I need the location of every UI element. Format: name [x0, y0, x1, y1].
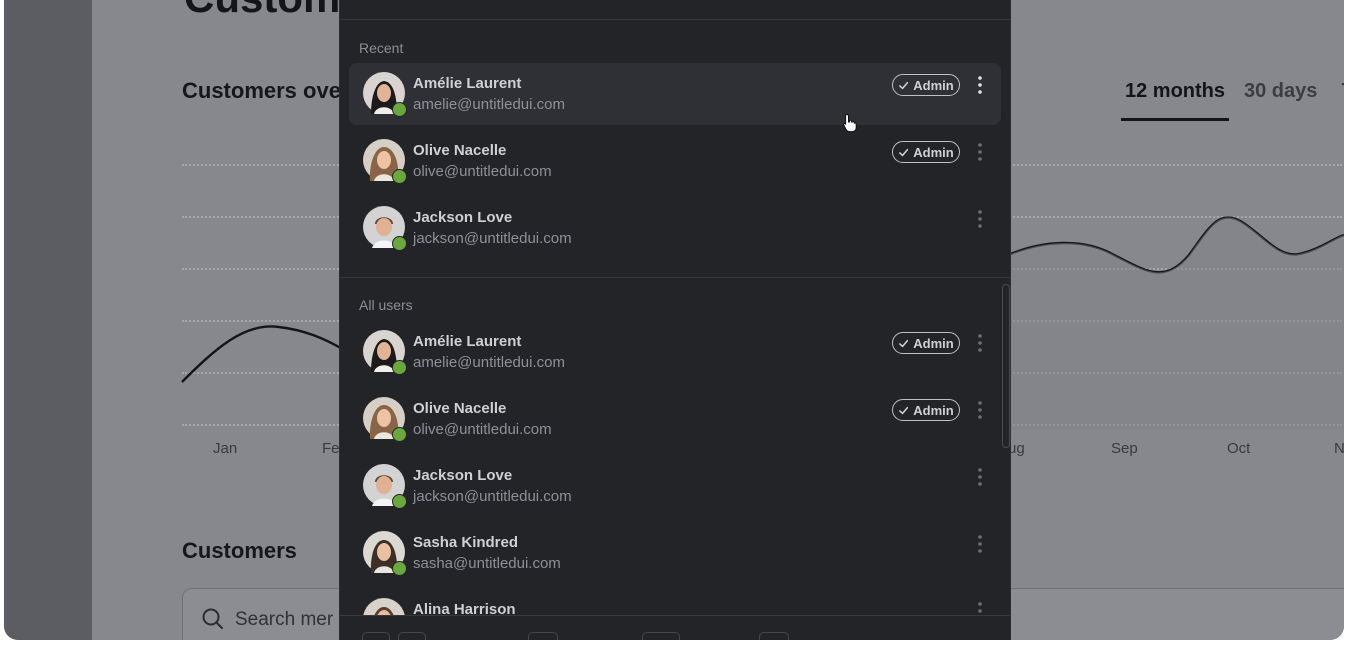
keyboard-key-icon	[528, 632, 558, 640]
avatar	[363, 464, 407, 509]
admin-badge-label: Admin	[913, 77, 954, 93]
check-icon	[899, 339, 909, 347]
month-label: Jan	[213, 440, 238, 457]
admin-badge: Admin	[892, 332, 960, 354]
month-label: Sep	[1111, 440, 1138, 457]
user-email: jackson@untitledui.com	[413, 488, 572, 505]
avatar	[363, 206, 407, 251]
user-name: Alina Harrison	[413, 601, 516, 615]
more-options-icon[interactable]	[973, 601, 987, 615]
avatar	[363, 531, 407, 576]
admin-badge: Admin	[892, 399, 960, 421]
check-icon	[899, 148, 909, 156]
more-options-icon[interactable]	[973, 333, 987, 353]
search-placeholder: Search mer	[235, 609, 334, 630]
verified-check-icon	[392, 169, 407, 184]
month-label: Fe	[322, 440, 340, 457]
verified-check-icon	[392, 427, 407, 442]
verified-check-icon	[392, 102, 407, 117]
keyboard-key-icon	[759, 632, 789, 640]
user-email: amelie@untitledui.com	[413, 354, 565, 371]
more-options-icon[interactable]	[973, 400, 987, 420]
app-window: Custom Customers ove 12 months 30 days 7…	[4, 0, 1344, 640]
user-email: sasha@untitledui.com	[413, 555, 561, 572]
user-name: Amélie Laurent	[413, 75, 522, 92]
user-name: Jackson Love	[413, 467, 513, 484]
user-name: Jackson Love	[413, 209, 513, 226]
keyboard-key-icon	[398, 632, 426, 640]
avatar	[363, 139, 407, 184]
user-name: Olive Nacelle	[413, 400, 507, 417]
divider	[340, 615, 1010, 616]
check-icon	[899, 406, 909, 414]
admin-badge-label: Admin	[913, 402, 954, 418]
all-users-section-label: All users	[359, 297, 413, 313]
month-label: Oct	[1227, 440, 1251, 457]
more-options-icon[interactable]	[973, 142, 987, 162]
user-name: Sasha Kindred	[413, 534, 519, 551]
user-row-jackson-recent[interactable]: Jackson Love jackson@untitledui.com	[349, 197, 1001, 259]
more-options-icon[interactable]	[973, 534, 987, 554]
verified-check-icon	[392, 561, 407, 576]
more-options-icon[interactable]	[973, 467, 987, 487]
user-row-jackson[interactable]: Jackson Love jackson@untitledui.com	[349, 455, 1001, 517]
verified-check-icon	[392, 236, 407, 251]
user-email: olive@untitledui.com	[413, 163, 552, 180]
user-name: Olive Nacelle	[413, 142, 507, 159]
user-row-sasha[interactable]: Sasha Kindred sasha@untitledui.com	[349, 522, 1001, 584]
search-icon	[202, 608, 223, 629]
avatar	[363, 72, 407, 117]
user-row-olive[interactable]: Olive Nacelle olive@untitledui.com Admin	[349, 388, 1001, 450]
verified-check-icon	[392, 494, 407, 509]
divider	[340, 277, 1010, 278]
recent-section-label: Recent	[359, 40, 404, 56]
admin-badge-label: Admin	[913, 144, 954, 160]
user-email: amelie@untitledui.com	[413, 96, 565, 113]
avatar	[363, 598, 405, 615]
scrollbar[interactable]	[1002, 284, 1010, 448]
keyboard-key-icon	[642, 632, 680, 640]
admin-badge: Admin	[892, 74, 960, 96]
admin-badge: Admin	[892, 141, 960, 163]
more-options-icon[interactable]	[973, 209, 987, 229]
divider	[340, 19, 1010, 20]
user-name: Amélie Laurent	[413, 333, 522, 350]
avatar	[363, 397, 407, 442]
user-row-amelie[interactable]: Amélie Laurent amelie@untitledui.com Adm…	[349, 321, 1001, 383]
user-row-olive-recent[interactable]: Olive Nacelle olive@untitledui.com Admin	[349, 130, 1001, 192]
keyboard-key-icon	[362, 632, 390, 640]
verified-check-icon	[392, 360, 407, 375]
user-dropdown-panel: Recent Amélie Laurent amelie@untitledui.…	[339, 0, 1011, 640]
user-email: jackson@untitledui.com	[413, 230, 572, 247]
user-row-alina[interactable]: Alina Harrison	[349, 589, 1001, 615]
check-icon	[899, 81, 909, 89]
customers-section-title: Customers	[182, 538, 297, 563]
more-options-icon[interactable]	[973, 75, 987, 95]
user-row-amelie-recent[interactable]: Amélie Laurent amelie@untitledui.com Adm…	[349, 63, 1001, 125]
admin-badge-label: Admin	[913, 335, 954, 351]
month-label: N	[1334, 440, 1344, 457]
user-email: olive@untitledui.com	[413, 421, 552, 438]
avatar	[363, 330, 407, 375]
hand-cursor-icon	[843, 113, 857, 133]
